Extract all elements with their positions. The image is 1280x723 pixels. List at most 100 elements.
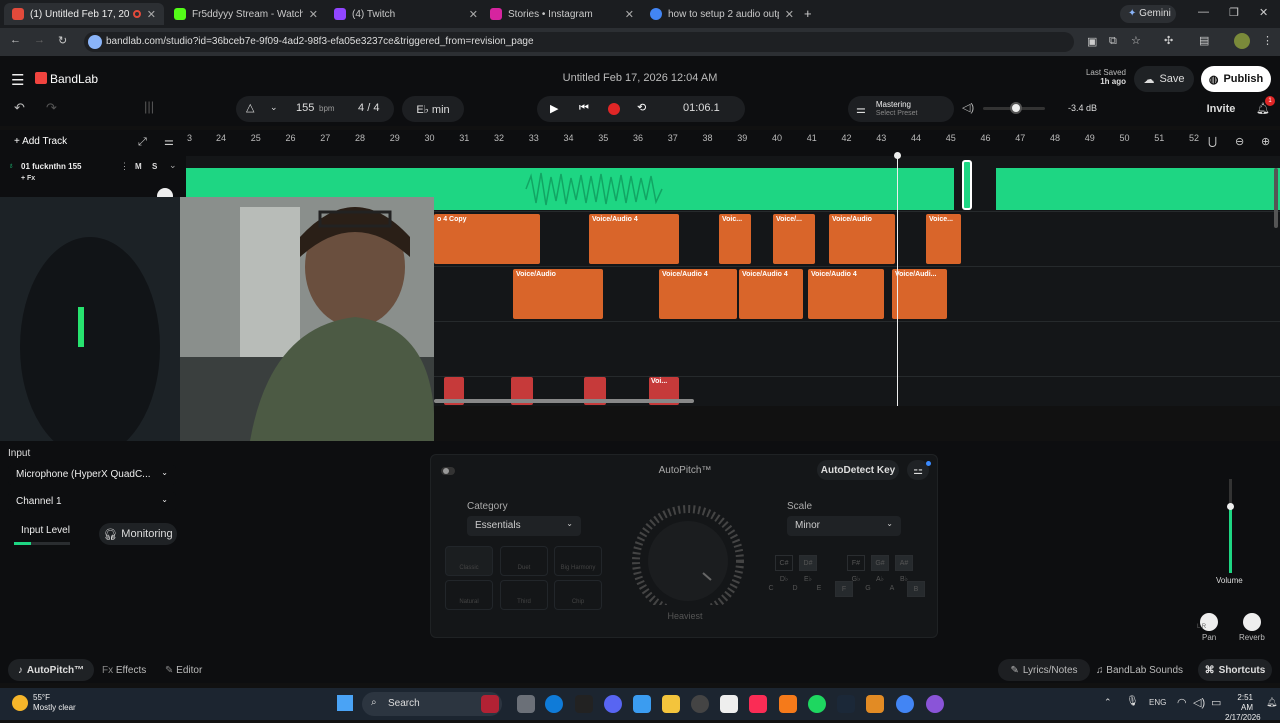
tab-google[interactable]: how to setup 2 audio outputs v ✕	[642, 3, 802, 25]
tab-bandlab[interactable]: (1) Untitled Feb 17, 2026 1 ✕	[4, 3, 164, 25]
hamburger-menu-icon[interactable]: ☰	[11, 71, 24, 89]
chrome-icon[interactable]	[896, 695, 914, 713]
maximize-icon[interactable]: ❐	[1229, 6, 1239, 19]
close-tab-icon[interactable]: ✕	[309, 8, 318, 21]
key-a-sharp[interactable]: A# B♭	[895, 555, 913, 583]
wifi-icon[interactable]: ◠	[1177, 696, 1187, 709]
track-header-1[interactable]: ♁ 01 fucknthn 155 ⋮ M S ⌄ + Fx	[0, 156, 186, 204]
battery-icon[interactable]: ▭	[1211, 696, 1221, 709]
flag-app-icon[interactable]	[481, 695, 499, 713]
save-button[interactable]: ☁ Save	[1134, 66, 1194, 92]
edge-icon[interactable]	[545, 695, 563, 713]
mute-button[interactable]: M	[135, 162, 142, 171]
effect-duet[interactable]: Duet	[500, 546, 548, 576]
effect-natural[interactable]: Natural	[445, 580, 493, 610]
clock[interactable]: 2:51 AM 2/17/2026	[1225, 693, 1261, 723]
chevron-down-icon[interactable]: ⌄	[169, 160, 177, 171]
tab-twitch[interactable]: (4) Twitch ✕	[326, 3, 486, 25]
side-panel-icon[interactable]: ▤	[1199, 34, 1209, 47]
install-icon[interactable]: ▣	[1087, 35, 1097, 48]
key-a[interactable]: A	[883, 581, 901, 597]
profile-avatar[interactable]	[1234, 33, 1250, 49]
audio-clip-orange[interactable]: o 4 Copy	[434, 214, 540, 264]
gemini-button[interactable]: ✦ Gemini	[1120, 5, 1176, 23]
vertical-scrollbar[interactable]	[1274, 168, 1278, 228]
audio-clip-orange[interactable]: Voice/Audio 4	[739, 269, 803, 319]
tray-chevron-icon[interactable]: ⌃	[1104, 697, 1112, 708]
twitch-app-icon[interactable]	[926, 695, 944, 713]
playhead-handle[interactable]	[894, 152, 901, 159]
weather-widget[interactable]: 55°F Mostly clear	[33, 693, 76, 713]
scale-select[interactable]: Minor ⌄	[787, 516, 901, 536]
playhead[interactable]	[897, 156, 898, 406]
reload-icon[interactable]: ↻	[58, 34, 67, 47]
shortcuts-button[interactable]: ⌘ Shortcuts	[1198, 659, 1272, 681]
channel-select[interactable]: Channel 1 ⌄	[8, 492, 176, 512]
store-icon[interactable]	[720, 695, 738, 713]
effect-big-harmony[interactable]: Big Harmony	[554, 546, 602, 576]
track-settings-icon[interactable]: ⚌	[164, 135, 174, 148]
clip-trim-handle[interactable]	[962, 160, 972, 210]
forward-icon[interactable]: →	[34, 34, 45, 46]
file-explorer-icon[interactable]	[662, 695, 680, 713]
key-g-sharp[interactable]: G# A♭	[871, 555, 889, 583]
skip-back-icon[interactable]: ⏮	[579, 102, 589, 115]
record-icon[interactable]	[608, 103, 620, 115]
tempo-value[interactable]: 155	[296, 102, 314, 114]
effect-chip[interactable]: Chip	[554, 580, 602, 610]
key-d[interactable]: D	[786, 581, 804, 597]
horizontal-scrollbar[interactable]	[434, 399, 694, 403]
mixer-icon[interactable]: |||	[144, 99, 154, 114]
back-icon[interactable]: ←	[10, 34, 21, 46]
effect-third[interactable]: Third	[500, 580, 548, 610]
site-info-icon[interactable]	[88, 35, 102, 49]
autopitch-toggle[interactable]	[441, 467, 455, 475]
close-window-icon[interactable]: ✕	[1259, 6, 1268, 19]
task-view-icon[interactable]	[517, 695, 535, 713]
close-tab-icon[interactable]: ✕	[625, 8, 634, 21]
steam-icon[interactable]	[837, 695, 855, 713]
speaker-icon[interactable]: ◁)	[962, 101, 974, 114]
bandlab-sounds-button[interactable]: ♫ BandLab Sounds	[1096, 665, 1183, 676]
snap-magnet-icon[interactable]: ⋃	[1208, 135, 1217, 148]
key-selector[interactable]: E♭ min	[402, 96, 464, 122]
automation-icon[interactable]: ⤢	[138, 136, 147, 149]
solo-button[interactable]: S	[152, 162, 157, 171]
audio-clip-orange[interactable]: Voice/Audio 4	[808, 269, 884, 319]
key-c[interactable]: C	[762, 581, 780, 597]
zoom-in-icon[interactable]: ⊕	[1261, 135, 1270, 148]
spotify-icon[interactable]	[808, 695, 826, 713]
audio-clip-orange[interactable]: Voice...	[926, 214, 961, 264]
audio-clip-orange[interactable]: Voice/Audio	[513, 269, 603, 319]
audio-clip-orange[interactable]: Voice/Audio	[829, 214, 895, 264]
add-fx-button[interactable]: + Fx	[21, 175, 35, 182]
key-d-sharp[interactable]: D# E♭	[799, 555, 817, 583]
tab-editor[interactable]: ✎ Editor	[165, 665, 202, 676]
soundcloud-icon[interactable]	[779, 695, 797, 713]
volume-thumb[interactable]	[1227, 503, 1234, 510]
track-name[interactable]: 01 fucknthn 155	[21, 162, 81, 171]
undo-icon[interactable]: ↶	[14, 100, 25, 116]
zoom-out-icon[interactable]: ⊖	[1235, 135, 1244, 148]
tab-effects[interactable]: Fx Effects	[102, 665, 146, 676]
heaviness-dial[interactable]	[631, 505, 745, 605]
key-g[interactable]: G	[859, 581, 877, 597]
effect-classic[interactable]: Classic	[445, 546, 493, 576]
volume-fader[interactable]	[1227, 479, 1234, 573]
audio-clip-orange[interactable]: Voic...	[719, 214, 751, 264]
minimize-icon[interactable]: —	[1198, 6, 1209, 18]
notifications-icon[interactable]: 🔔︎	[1266, 697, 1277, 708]
invite-button[interactable]: Invite	[1198, 96, 1244, 122]
close-tab-icon[interactable]: ✕	[469, 8, 478, 21]
close-tab-icon[interactable]: ✕	[147, 8, 156, 21]
tab-instagram[interactable]: Stories • Instagram ✕	[482, 3, 642, 25]
category-select[interactable]: Essentials ⌄	[467, 516, 581, 536]
tab-autopitch[interactable]: ♪ AutoPitch™	[8, 659, 94, 681]
chevron-down-icon[interactable]: ⌄	[270, 102, 278, 113]
audio-clip-orange[interactable]: Voice/Audi...	[892, 269, 947, 319]
key-b[interactable]: B	[907, 581, 925, 597]
loop-icon[interactable]: ⟲	[637, 101, 646, 114]
discord-icon[interactable]	[604, 695, 622, 713]
epic-games-icon[interactable]	[575, 695, 593, 713]
weather-icon[interactable]	[12, 695, 28, 711]
